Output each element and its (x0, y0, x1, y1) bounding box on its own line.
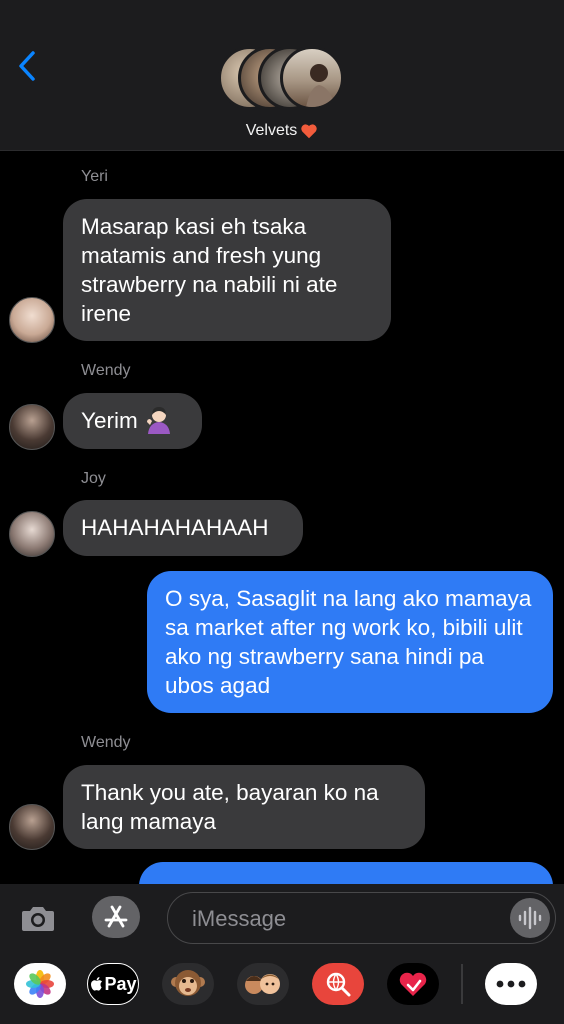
member-avatar (280, 46, 344, 110)
sender-avatar-joy[interactable] (9, 511, 55, 557)
sender-avatar-yeri[interactable] (9, 297, 55, 343)
message-input[interactable]: iMessage (167, 892, 556, 944)
message-bubble-incoming[interactable]: Yerim (63, 393, 202, 449)
more-apps-button[interactable] (485, 963, 537, 1005)
sender-avatar-wendy[interactable] (9, 804, 55, 850)
message-input-placeholder: iMessage (192, 906, 287, 931)
message-bubble-outgoing[interactable]: O sya, Sasaglit na lang ako mamaya sa ma… (147, 571, 553, 713)
app-store-button[interactable] (92, 896, 140, 938)
heart-icon (301, 124, 317, 139)
chevron-left-icon (19, 51, 35, 81)
message-text: Thank you ate, bayaran ko na lang mamaya (81, 780, 379, 834)
message-text: HAHAHAHAHAAH (81, 515, 269, 540)
group-name-label: Velvets (245, 122, 298, 139)
conversation-header: Velvets (0, 0, 564, 151)
sender-name: Joy (81, 470, 106, 487)
message-text: O sya, Sasaglit na lang ako mamaya sa ma… (165, 586, 532, 698)
message-text: Yerim (81, 408, 138, 433)
waveform-icon (518, 906, 542, 930)
photos-icon (26, 970, 54, 998)
audio-record-button[interactable] (510, 898, 550, 938)
camera-icon (22, 907, 54, 931)
sender-name: Wendy (81, 734, 131, 751)
group-title[interactable]: Velvets (0, 122, 564, 140)
woman-tipping-hand-emoji (146, 407, 170, 434)
message-bubble-incoming[interactable]: HAHAHAHAHAAH (63, 500, 303, 556)
back-button[interactable] (12, 48, 42, 84)
memoji-icon (245, 974, 280, 994)
apple-pay-button[interactable]: Pay (87, 963, 139, 1005)
monkey-icon (171, 970, 205, 996)
search-images-app-button[interactable] (312, 963, 364, 1005)
ellipsis-icon (496, 980, 526, 988)
group-avatars[interactable] (218, 46, 348, 112)
memoji-app-button[interactable] (237, 963, 289, 1005)
message-bubble-incoming[interactable]: Masarap kasi eh tsaka matamis and fresh … (63, 199, 391, 341)
camera-button[interactable] (18, 898, 58, 938)
message-bubble-incoming[interactable]: Thank you ate, bayaran ko na lang mamaya (63, 765, 425, 849)
sender-name: Wendy (81, 362, 131, 379)
photos-app-button[interactable] (14, 963, 66, 1005)
apple-pay-label: Pay (104, 973, 137, 994)
app-store-icon (104, 905, 128, 928)
globe-search-icon (326, 972, 351, 997)
message-text: Masarap kasi eh tsaka matamis and fresh … (81, 214, 338, 326)
app-drawer: Pay (0, 952, 564, 1024)
animoji-app-button[interactable] (162, 963, 214, 1005)
sender-avatar-wendy[interactable] (9, 404, 55, 450)
tray-divider (461, 964, 463, 1004)
composer-bar: iMessage (0, 884, 564, 952)
apple-icon (91, 977, 103, 991)
sender-name: Yeri (81, 168, 108, 185)
digital-touch-app-button[interactable] (387, 963, 439, 1005)
heart-hand-icon (399, 972, 427, 996)
